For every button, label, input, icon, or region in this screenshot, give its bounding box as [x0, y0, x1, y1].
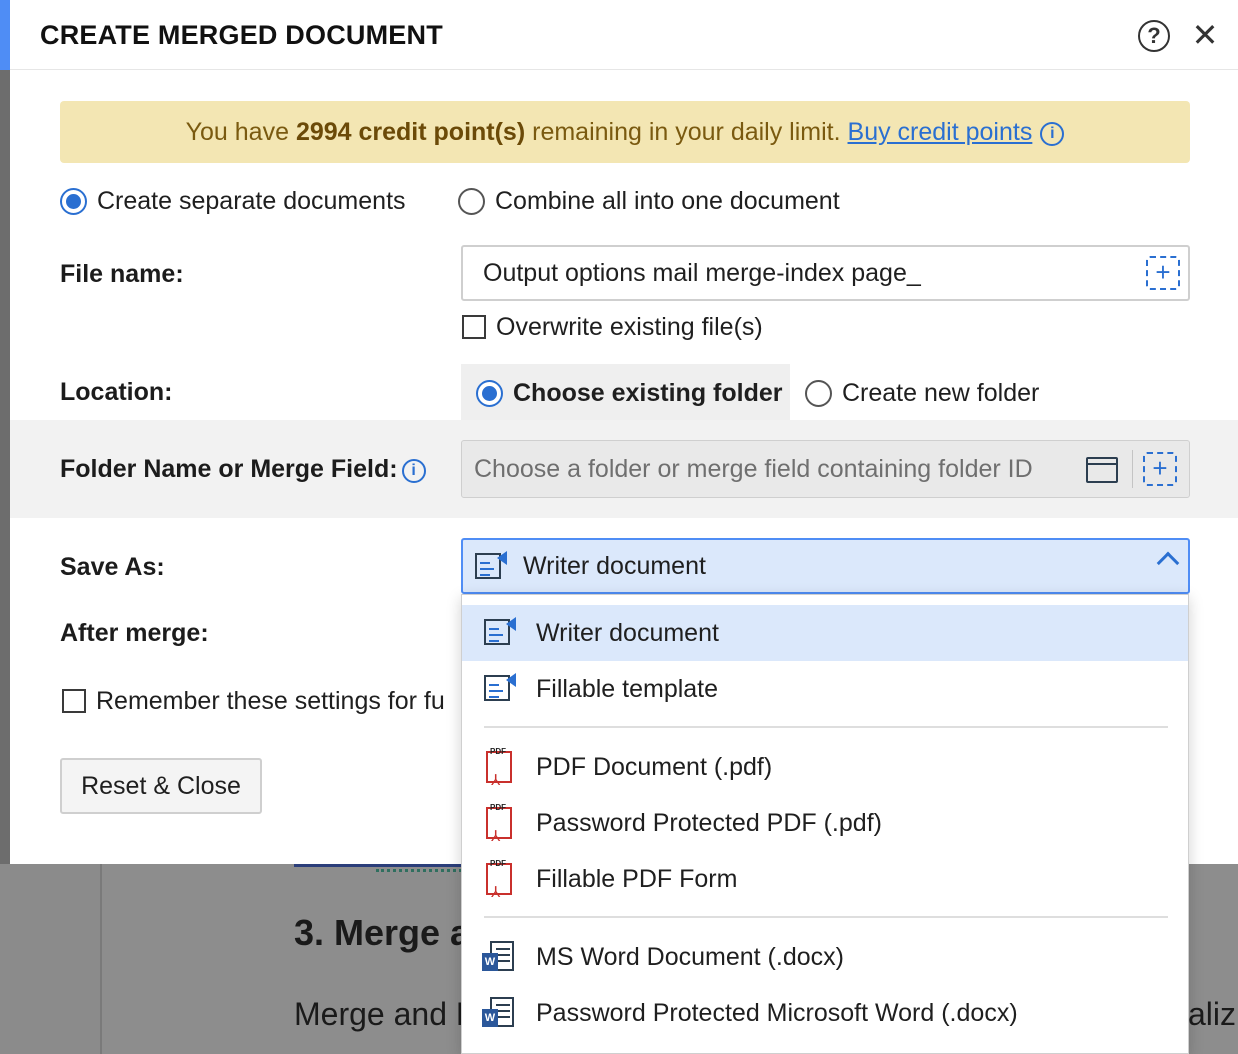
folder-info-icon[interactable]: i: [401, 459, 426, 483]
menu-item-password-word[interactable]: W Password Protected Microsoft Word (.do…: [462, 985, 1188, 1041]
dialog-title: CREATE MERGED DOCUMENT: [40, 20, 443, 50]
menu-item-fillable-template[interactable]: Fillable template: [462, 661, 1188, 717]
radio-label: Create new folder: [842, 378, 1040, 407]
buy-credit-link[interactable]: Buy credit points: [848, 118, 1033, 146]
word-icon: W: [482, 941, 514, 973]
dialog-left-edge: [0, 0, 10, 864]
radio-label: Choose existing folder: [513, 378, 783, 407]
menu-item-label: PDF Document (.pdf): [536, 753, 773, 781]
after-merge-label: After merge:: [60, 619, 209, 647]
help-icon[interactable]: ?: [1138, 20, 1170, 52]
save-as-select[interactable]: Writer document: [461, 538, 1190, 594]
overwrite-checkbox-row[interactable]: Overwrite existing file(s): [462, 312, 763, 342]
folder-name-label-text: Folder Name or Merge Field:: [60, 455, 398, 483]
credit-count: 2994 credit point(s): [295, 118, 526, 146]
menu-item-label: Password Protected PDF (.pdf): [536, 809, 882, 837]
radio-button[interactable]: [458, 187, 485, 215]
writer-doc-icon: [475, 551, 507, 581]
background-paragraph-right: aliz: [1188, 996, 1237, 1032]
folder-merge-field-icon[interactable]: +: [1143, 452, 1177, 486]
radio-choose-existing-folder[interactable]: Choose existing folder: [476, 378, 782, 408]
writer-doc-icon: [484, 673, 516, 703]
writer-doc-icon: [484, 617, 516, 647]
radio-label: Combine all into one document: [495, 186, 840, 215]
radio-button-selected[interactable]: [60, 187, 87, 215]
menu-item-pdf-document[interactable]: ⅄ PDF PDF Document (.pdf): [462, 739, 1188, 795]
overwrite-checkbox[interactable]: [462, 315, 486, 340]
menu-item-writer-document[interactable]: Writer document: [462, 605, 1188, 661]
input-divider: [1132, 450, 1133, 488]
spellcheck-squiggle: [376, 866, 462, 872]
menu-item-label: Fillable template: [536, 675, 719, 703]
remember-checkbox[interactable]: [62, 689, 86, 714]
radio-button-selected[interactable]: [476, 379, 503, 407]
banner-prefix: You have: [185, 118, 296, 146]
info-icon[interactable]: i: [1040, 122, 1065, 146]
radio-combine-one[interactable]: Combine all into one document: [458, 186, 840, 216]
menu-item-password-pdf[interactable]: ⅄ PDF Password Protected PDF (.pdf): [462, 795, 1188, 851]
menu-item-ms-word[interactable]: W MS Word Document (.docx): [462, 929, 1188, 985]
dialog-header: CREATE MERGED DOCUMENT ? ✕: [10, 0, 1238, 70]
reset-close-button[interactable]: Reset & Close: [60, 758, 262, 814]
pdf-icon: ⅄ PDF: [486, 803, 512, 845]
pdf-icon: ⅄ PDF: [486, 747, 512, 789]
pdf-icon: ⅄ PDF: [486, 859, 512, 901]
credit-banner: You have 2994 credit point(s) remaining …: [60, 101, 1190, 163]
menu-divider: [484, 726, 1168, 728]
radio-create-separate[interactable]: Create separate documents: [60, 186, 406, 216]
location-label: Location:: [60, 378, 173, 406]
menu-item-label: MS Word Document (.docx): [536, 943, 844, 971]
insert-merge-field-icon[interactable]: +: [1146, 256, 1180, 290]
file-name-input[interactable]: Output options mail merge-index page_: [461, 245, 1190, 301]
folder-input[interactable]: Choose a folder or merge field containin…: [461, 440, 1190, 498]
overwrite-label: Overwrite existing file(s): [496, 312, 763, 341]
save-as-label: Save As:: [60, 553, 165, 581]
word-icon: W: [482, 997, 514, 1029]
menu-item-label: Password Protected Microsoft Word (.docx…: [536, 999, 1018, 1027]
remember-label: Remember these settings for fu: [96, 686, 445, 715]
folder-name-label: Folder Name or Merge Field: i: [60, 455, 426, 484]
radio-label: Create separate documents: [97, 186, 406, 215]
file-name-label: File name:: [60, 260, 184, 288]
close-icon[interactable]: ✕: [1190, 18, 1220, 52]
background-paragraph: Merge and E: [294, 996, 478, 1032]
radio-create-new-folder[interactable]: Create new folder: [805, 378, 1039, 408]
remember-settings-row[interactable]: Remember these settings for fu: [62, 686, 445, 716]
background-heading: 3. Merge a: [294, 912, 471, 953]
menu-item-label: Fillable PDF Form: [536, 865, 738, 893]
folder-browse-icon[interactable]: [1086, 457, 1118, 483]
menu-item-label: Writer document: [536, 619, 719, 647]
radio-button[interactable]: [805, 379, 832, 407]
save-as-dropdown: Writer document Fillable template ⅄ PDF P…: [461, 594, 1189, 1054]
dialog-accent-bar: [0, 0, 10, 70]
banner-suffix: remaining in your daily limit.: [525, 118, 848, 146]
menu-divider: [484, 916, 1168, 918]
menu-item-fillable-pdf[interactable]: ⅄ PDF Fillable PDF Form: [462, 851, 1188, 907]
